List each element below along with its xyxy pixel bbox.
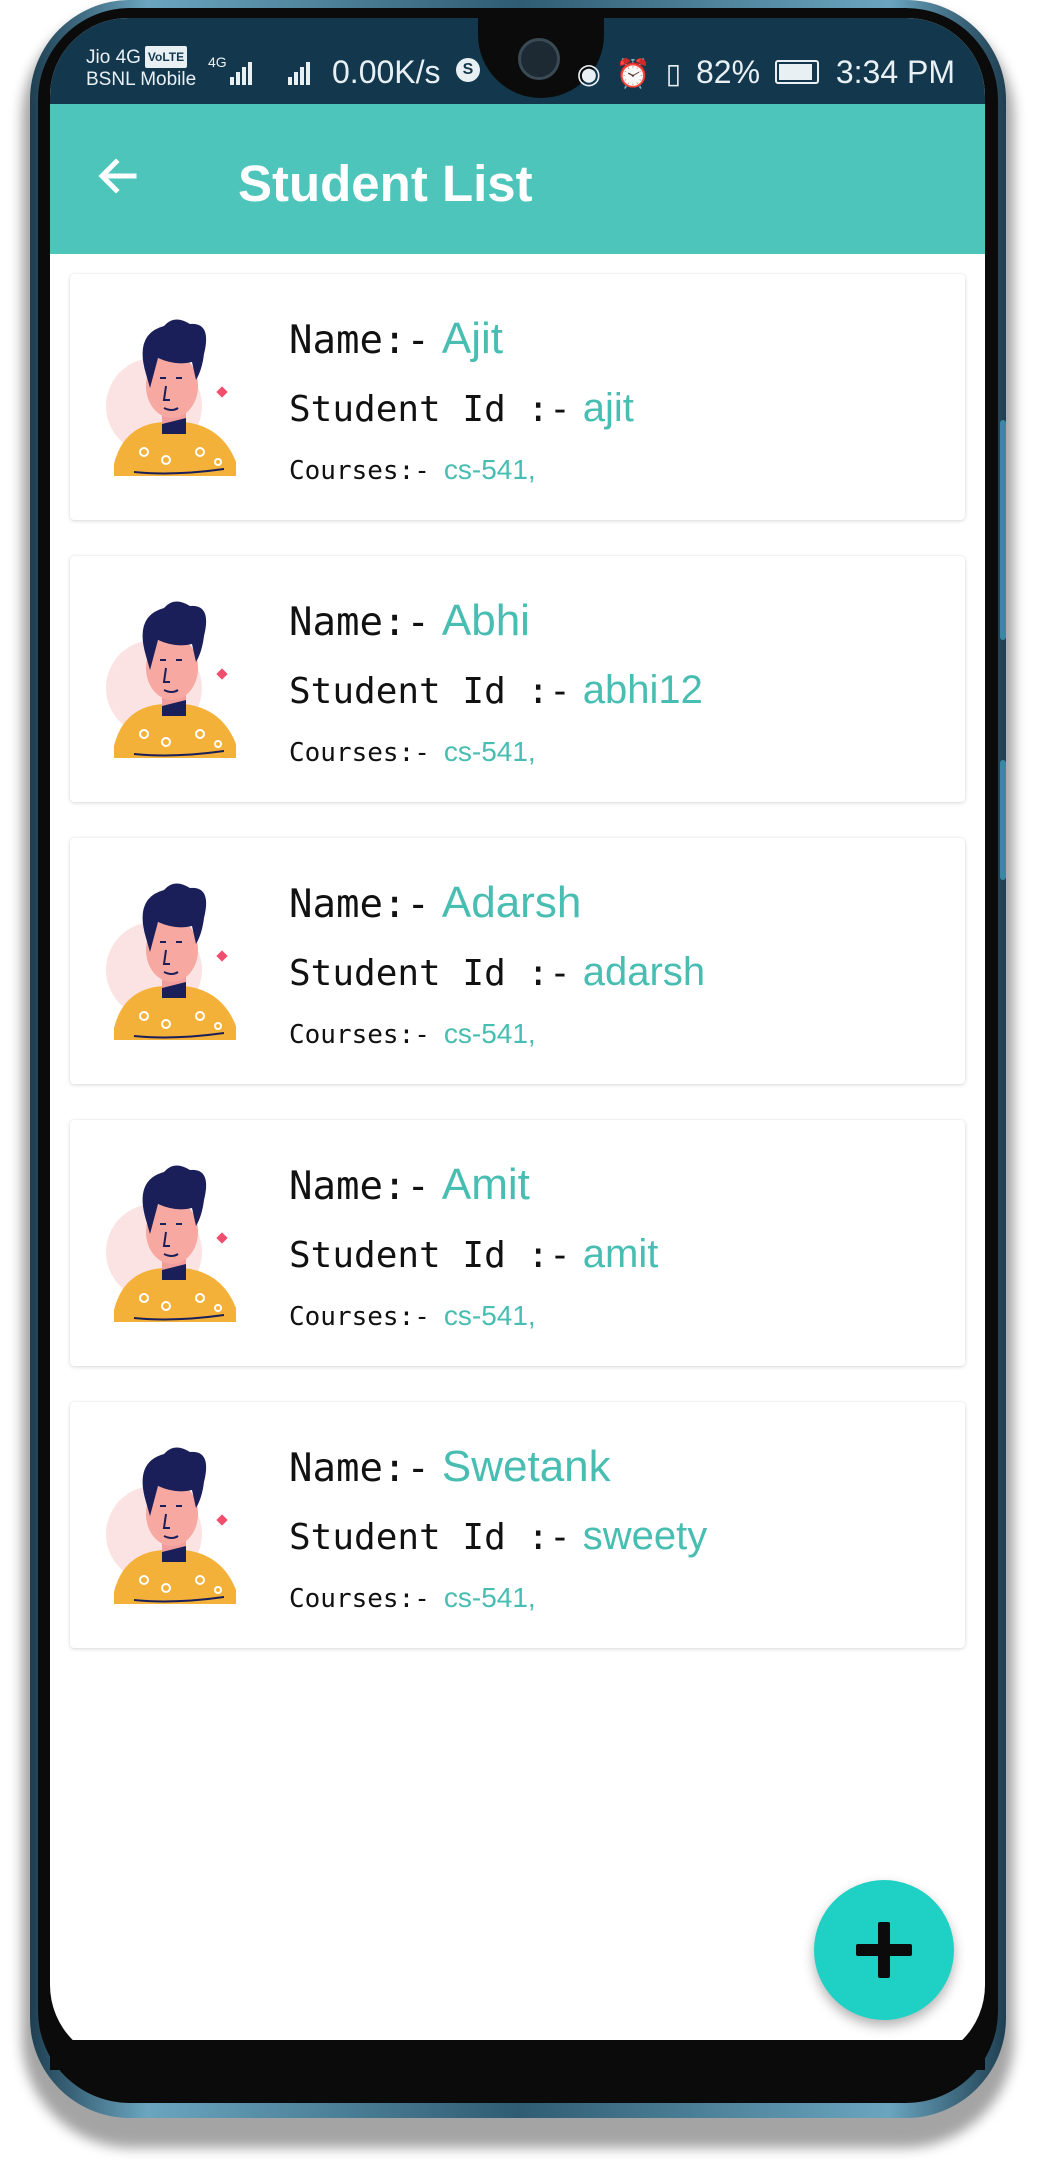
student-id: sweety	[582, 1514, 708, 1558]
courses-row: Courses:- cs-541,	[289, 1018, 536, 1050]
status-bar: Jio 4G VoLTE BSNL Mobile 4G 0.00K/s S ◉ ⏰…	[50, 18, 985, 104]
volte-badge: VoLTE	[144, 46, 188, 68]
student-name: Adarsh	[441, 878, 582, 927]
student-id: abhi12	[582, 668, 703, 712]
battery-icon	[774, 60, 819, 84]
name-row: Name:- Abhi	[289, 596, 530, 646]
student-courses: cs-541,	[443, 1018, 536, 1049]
student-avatar	[106, 601, 236, 758]
app-bar: Student List	[50, 104, 985, 254]
student-card[interactable]: Name:- Ajit Student Id :- ajit Courses:- cs…	[70, 274, 965, 520]
courses-label: Courses:-	[289, 1302, 430, 1332]
name-row: Name:- Swetank	[289, 1442, 611, 1492]
name-label: Name:-	[289, 1446, 430, 1491]
volume-button	[1000, 420, 1006, 640]
battery-percent: 82%	[696, 54, 761, 90]
student-id-label: Student Id :-	[289, 1235, 571, 1276]
student-id: amit	[582, 1232, 659, 1276]
add-student-button[interactable]	[814, 1880, 954, 2020]
clock: 3:34 PM	[835, 54, 955, 90]
student-card[interactable]: Name:- Abhi Student Id :- abhi12 Courses:-…	[70, 556, 965, 802]
student-name: Swetank	[441, 1442, 611, 1491]
student-card[interactable]: Name:- Amit Student Id :- amit Courses:- cs…	[70, 1120, 965, 1366]
student-id-label: Student Id :-	[289, 1517, 571, 1558]
name-label: Name:-	[289, 600, 430, 645]
name-row: Name:- Adarsh	[289, 878, 581, 928]
student-id-row: Student Id :- adarsh	[289, 950, 705, 995]
courses-label: Courses:-	[289, 738, 430, 768]
student-id-label: Student Id :-	[289, 389, 571, 430]
student-id-row: Student Id :- ajit	[289, 386, 634, 431]
student-avatar	[106, 1165, 236, 1322]
student-card[interactable]: Name:- Adarsh Student Id :- adarsh Courses…	[70, 838, 965, 1084]
vibrate-icon: ▯	[665, 58, 682, 89]
courses-row: Courses:- cs-541,	[289, 736, 536, 768]
screen-bottom-bezel	[50, 2040, 985, 2070]
network-speed: 0.00K/s	[332, 54, 441, 90]
page-title: Student List	[238, 155, 533, 212]
courses-row: Courses:- cs-541,	[289, 1582, 536, 1614]
status-right: ◉ ⏰ ▯ 82% 3:34 PM	[577, 54, 955, 91]
name-label: Name:-	[289, 882, 430, 927]
student-avatar	[106, 883, 236, 1040]
student-courses: cs-541,	[443, 1300, 536, 1331]
network-type: 4G	[208, 54, 227, 70]
student-id-label: Student Id :-	[289, 953, 571, 994]
eye-icon: ◉	[576, 58, 602, 89]
student-name: Amit	[441, 1160, 530, 1209]
student-id-row: Student Id :- sweety	[289, 1514, 707, 1559]
courses-label: Courses:-	[289, 1020, 430, 1050]
name-label: Name:-	[289, 1164, 430, 1209]
student-name: Ajit	[441, 314, 504, 363]
plus-icon-stroke	[878, 1922, 890, 1978]
carrier-info: Jio 4G VoLTE BSNL Mobile	[86, 46, 196, 91]
student-id-row: Student Id :- amit	[289, 1232, 658, 1277]
student-id-row: Student Id :- abhi12	[289, 668, 703, 713]
courses-label: Courses:-	[289, 1584, 430, 1614]
app-screen: Jio 4G VoLTE BSNL Mobile 4G 0.00K/s S ◉ ⏰…	[50, 18, 985, 2063]
student-courses: cs-541,	[443, 736, 536, 767]
signal-icon	[230, 62, 254, 85]
student-card[interactable]: Name:- Swetank Student Id :- sweety Course…	[70, 1402, 965, 1648]
camera-icon	[518, 38, 560, 80]
alarm-icon: ⏰	[615, 58, 651, 89]
courses-row: Courses:- cs-541,	[289, 1300, 536, 1332]
name-row: Name:- Amit	[289, 1160, 530, 1210]
student-list: Name:- Ajit Student Id :- ajit Courses:- cs…	[70, 274, 965, 1684]
name-row: Name:- Ajit	[289, 314, 503, 364]
student-name: Abhi	[441, 596, 530, 645]
student-avatar	[106, 319, 236, 476]
student-id: ajit	[582, 386, 634, 430]
student-courses: cs-541,	[443, 1582, 536, 1613]
carrier-primary: Jio 4G	[86, 47, 141, 68]
student-id: adarsh	[582, 950, 706, 994]
arrow-left-icon[interactable]	[94, 152, 142, 200]
signal-icon	[288, 62, 312, 85]
name-label: Name:-	[289, 318, 430, 363]
student-avatar	[106, 1447, 236, 1604]
carrier-secondary: BSNL Mobile	[86, 69, 197, 90]
student-id-label: Student Id :-	[289, 671, 571, 712]
student-courses: cs-541,	[443, 454, 536, 485]
courses-row: Courses:- cs-541,	[289, 454, 536, 486]
data-saver-icon: S	[456, 58, 480, 82]
courses-label: Courses:-	[289, 456, 430, 486]
power-button	[1000, 760, 1006, 880]
